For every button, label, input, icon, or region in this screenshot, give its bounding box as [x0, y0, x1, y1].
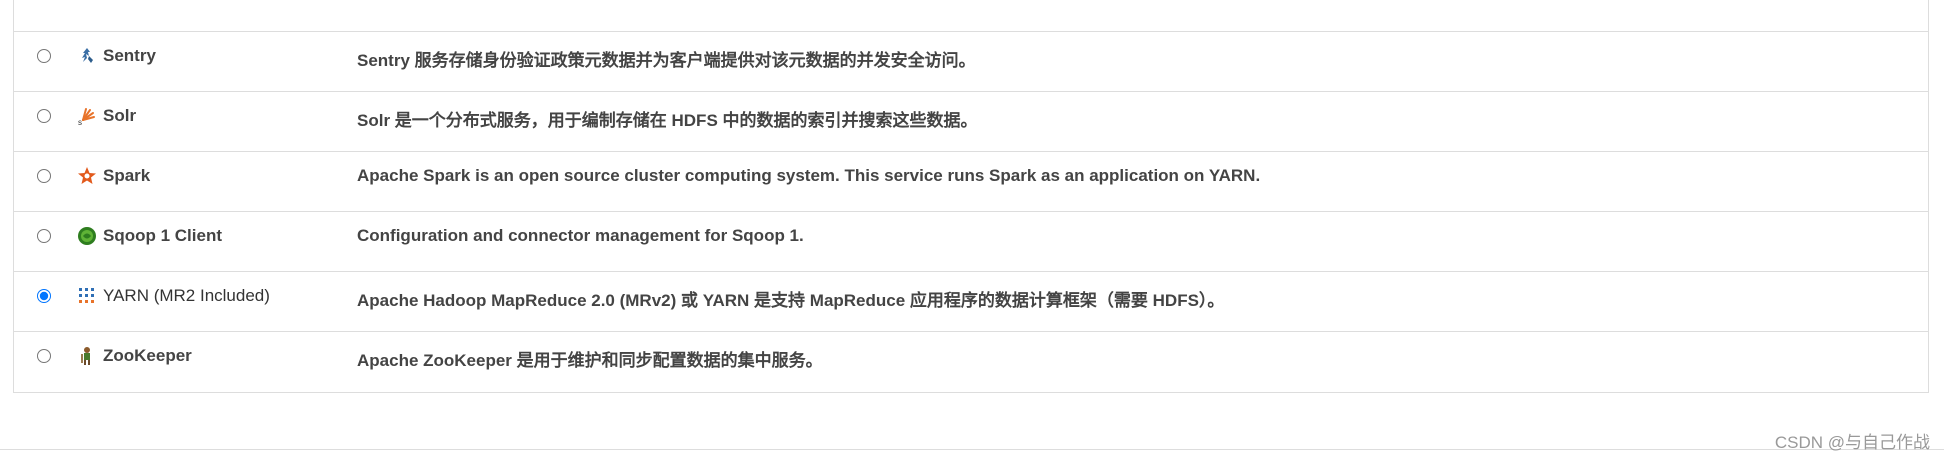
- service-name: ZooKeeper: [103, 346, 192, 365]
- solr-icon: s: [77, 106, 97, 126]
- service-name: Spark: [103, 166, 151, 185]
- watermark: CSDN @与自己作战: [1774, 433, 1930, 452]
- table-row[interactable]: YARN (MR2 Included) Apache Hadoop MapRed…: [14, 272, 1928, 332]
- yarn-icon: [77, 286, 97, 306]
- page-divider: [0, 449, 1944, 450]
- service-radio-spark[interactable]: [37, 169, 51, 183]
- service-radio-sentry[interactable]: [37, 49, 51, 63]
- table-row[interactable]: Sentry Sentry 服务存储身份验证政策元数据并为客户端提供对该元数据的…: [14, 32, 1928, 92]
- service-name: Sentry: [103, 46, 156, 65]
- service-description: Apache ZooKeeper 是用于维护和同步配置数据的集中服务。: [357, 351, 823, 370]
- service-description: Apache Spark is an open source cluster c…: [357, 166, 1261, 185]
- service-radio-sqoop[interactable]: [37, 229, 51, 243]
- service-description: Solr 是一个分布式服务，用于编制存储在 HDFS 中的数据的索引并搜索这些数…: [357, 111, 978, 130]
- svg-text:s: s: [78, 118, 82, 126]
- service-radio-yarn[interactable]: [37, 289, 51, 303]
- table-row[interactable]: s Solr Solr 是一个分布式服务，用于编制存储在 HDFS 中的数据的索…: [14, 92, 1928, 152]
- service-name: Sqoop 1 Client: [103, 226, 222, 245]
- service-name: YARN (MR2 Included): [103, 286, 270, 305]
- table-row[interactable]: Spark Apache Spark is an open source clu…: [14, 152, 1928, 212]
- service-radio-zookeeper[interactable]: [37, 349, 51, 363]
- sentry-icon: [77, 46, 97, 66]
- service-description: Configuration and connector management f…: [357, 226, 804, 245]
- table-row: [14, 0, 1928, 32]
- service-selection-page: Sentry Sentry 服务存储身份验证政策元数据并为客户端提供对该元数据的…: [0, 0, 1944, 459]
- service-description: Apache Hadoop MapReduce 2.0 (MRv2) 或 YAR…: [357, 291, 1225, 310]
- service-table: Sentry Sentry 服务存储身份验证政策元数据并为客户端提供对该元数据的…: [13, 0, 1929, 393]
- service-name: Solr: [103, 106, 137, 125]
- zookeeper-icon: [77, 346, 97, 366]
- table-row[interactable]: ZooKeeper Apache ZooKeeper 是用于维护和同步配置数据的…: [14, 332, 1928, 392]
- service-description: Sentry 服务存储身份验证政策元数据并为客户端提供对该元数据的并发安全访问。: [357, 51, 976, 70]
- spark-icon: [77, 166, 97, 186]
- table-row[interactable]: Sqoop 1 Client Configuration and connect…: [14, 212, 1928, 272]
- sqoop-icon: [77, 226, 97, 246]
- service-radio-solr[interactable]: [37, 109, 51, 123]
